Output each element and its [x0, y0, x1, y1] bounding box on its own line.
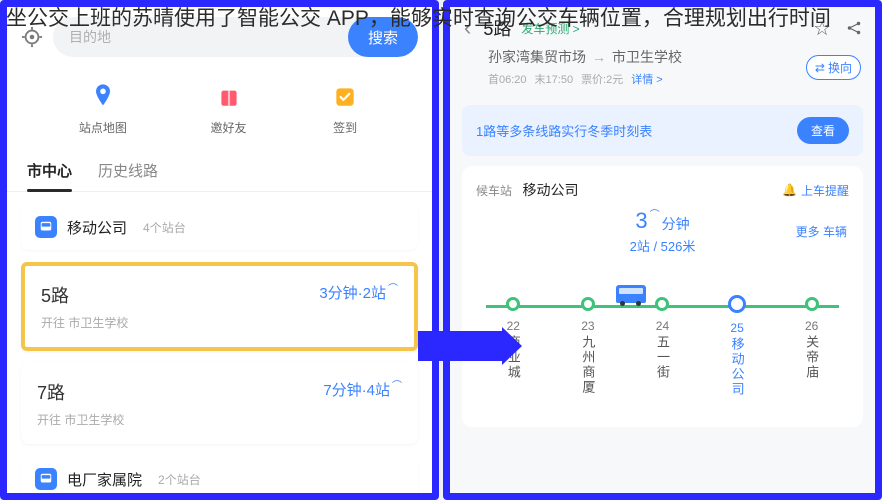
- notice-banner: 1路等多条线路实行冬季时刻表 查看: [462, 105, 863, 156]
- bell-icon: 🔔: [782, 183, 797, 197]
- swap-direction-button[interactable]: ⇄换向: [806, 55, 861, 80]
- right-panel: ‹ 5路 发车预测 > ☆ 孙家湾集贸市场→市卫生学校 首06:20末17:50…: [443, 0, 882, 500]
- station-platforms: 2个站台: [158, 471, 201, 488]
- quick-label: 签到: [333, 119, 357, 136]
- stop-name: 关帝庙: [802, 335, 821, 395]
- route-name: 7路: [37, 379, 124, 405]
- banner-view-button[interactable]: 查看: [797, 117, 849, 144]
- signal-icon: ⌒: [392, 377, 402, 392]
- wait-stop: 移动公司: [522, 182, 578, 198]
- calendar-check-icon: [330, 81, 360, 111]
- tab-downtown[interactable]: 市中心: [27, 160, 72, 191]
- stop-number: 25: [730, 321, 743, 335]
- signal-icon: ⌒: [650, 206, 660, 221]
- stop-name: 五一街: [653, 335, 672, 395]
- stop-dot: [506, 297, 520, 311]
- stop-dot: [581, 297, 595, 311]
- stop-number: 24: [656, 319, 669, 333]
- quick-label: 站点地图: [79, 119, 127, 136]
- stop-name: 移动公司: [728, 337, 747, 397]
- station-platforms: 4个站台: [143, 219, 186, 236]
- station-name: 电厂家属院: [67, 469, 142, 490]
- eta-value: 3⌒分钟: [635, 208, 689, 234]
- stops-track: 22商业城23九州商厦24五一街25移动公司26关帝庙: [476, 283, 849, 403]
- stop-name: 九州商厦: [578, 335, 597, 395]
- station-name: 移动公司: [67, 217, 127, 238]
- station-item-2[interactable]: 电厂家属院 2个站台: [21, 456, 418, 500]
- detail-link[interactable]: 详情 >: [631, 71, 662, 87]
- eta-distance: 2站 / 526米: [476, 236, 849, 255]
- quick-checkin[interactable]: 签到: [330, 81, 360, 136]
- route-destination: 开往 市卫生学校: [41, 314, 128, 331]
- route-destination: 开往 市卫生学校: [37, 411, 124, 428]
- quick-station-map[interactable]: 站点地图: [79, 81, 127, 136]
- stop-number: 23: [581, 319, 594, 333]
- stop-24[interactable]: 24 五一街: [653, 297, 672, 397]
- banner-text: 1路等多条线路实行冬季时刻表: [476, 121, 652, 140]
- bus-stop-icon: [35, 468, 57, 490]
- route-name: 5路: [41, 282, 128, 308]
- page-caption: 坐公交上班的苏晴使用了智能公交 APP，能够实时查询公交车辆位置，合理规划出行时…: [0, 4, 882, 34]
- route-card-7[interactable]: 7路 开往 市卫生学校 7分钟·4站⌒: [21, 363, 418, 444]
- stop-26[interactable]: 26 关帝庙: [802, 297, 821, 397]
- stop-23[interactable]: 23 九州商厦: [578, 297, 597, 397]
- stop-number: 26: [805, 319, 818, 333]
- station-item[interactable]: 移动公司 4个站台: [21, 204, 418, 250]
- route-eta: 7分钟·4站⌒: [323, 379, 402, 400]
- stop-dot: [655, 297, 669, 311]
- wait-card: 候车站 移动公司 🔔上车提醒 3⌒分钟 2站 / 526米 更多 车辆 22商业…: [462, 166, 863, 427]
- wait-label: 候车站: [476, 184, 512, 198]
- signal-icon: ⌒: [388, 280, 398, 295]
- route-eta: 3分钟·2站⌒: [319, 282, 398, 303]
- stop-25[interactable]: 25 移动公司: [728, 297, 747, 397]
- stop-dot: [728, 295, 746, 313]
- stop-dot: [805, 297, 819, 311]
- tab-history[interactable]: 历史线路: [98, 160, 158, 191]
- more-vehicles-link[interactable]: 更多 车辆: [796, 224, 847, 241]
- quick-invite[interactable]: 邀好友: [211, 81, 247, 136]
- left-panel: 搜索 站点地图 邀好友 签到: [0, 0, 439, 500]
- swap-icon: ⇄: [815, 61, 825, 75]
- quick-label: 邀好友: [211, 119, 247, 136]
- bus-stop-icon: [35, 216, 57, 238]
- route-card-5[interactable]: 5路 开往 市卫生学校 3分钟·2站⌒: [21, 262, 418, 351]
- boarding-reminder[interactable]: 🔔上车提醒: [782, 182, 849, 199]
- connector-arrow: [418, 331, 504, 361]
- gift-icon: [214, 81, 244, 111]
- map-pin-icon: [88, 81, 118, 111]
